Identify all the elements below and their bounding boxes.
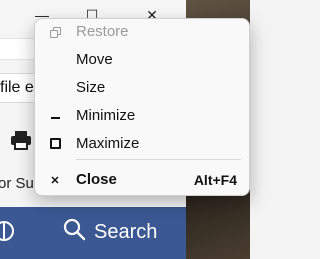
- menu-item-close[interactable]: ✕ Close Alt+F4: [35, 167, 249, 195]
- menu-item-shortcut: Alt+F4: [193, 172, 237, 188]
- minimize-icon: [49, 110, 61, 124]
- search-icon: [62, 217, 86, 247]
- menu-item-label: Move: [76, 51, 113, 68]
- menu-item-label: Maximize: [76, 135, 140, 152]
- menu-item-size[interactable]: Size: [35, 75, 249, 103]
- menu-item-label: Size: [76, 79, 106, 96]
- menu-item-restore[interactable]: Restore: [35, 19, 249, 47]
- close-icon: ✕: [50, 175, 60, 187]
- search-label: Search: [94, 220, 158, 243]
- menu-item-label: Close: [76, 171, 117, 188]
- menu-item-move[interactable]: Move: [35, 47, 249, 75]
- menu-item-label: Minimize: [76, 107, 136, 124]
- file-item-label: file e: [0, 79, 34, 96]
- menu-item-minimize[interactable]: Minimize: [35, 103, 249, 131]
- menu-item-maximize[interactable]: Maximize: [35, 131, 249, 159]
- maximize-icon: [49, 138, 61, 152]
- menu-item-label: Restore: [76, 23, 129, 40]
- restore-icon: [49, 26, 61, 40]
- taskbar-search-button[interactable]: Search: [62, 218, 157, 246]
- menu-separator: [76, 159, 241, 160]
- printer-icon[interactable]: [10, 130, 32, 150]
- system-menu: Restore Move Size Minimize Maximize ✕ Cl…: [34, 18, 250, 196]
- task-view-icon[interactable]: [0, 219, 16, 243]
